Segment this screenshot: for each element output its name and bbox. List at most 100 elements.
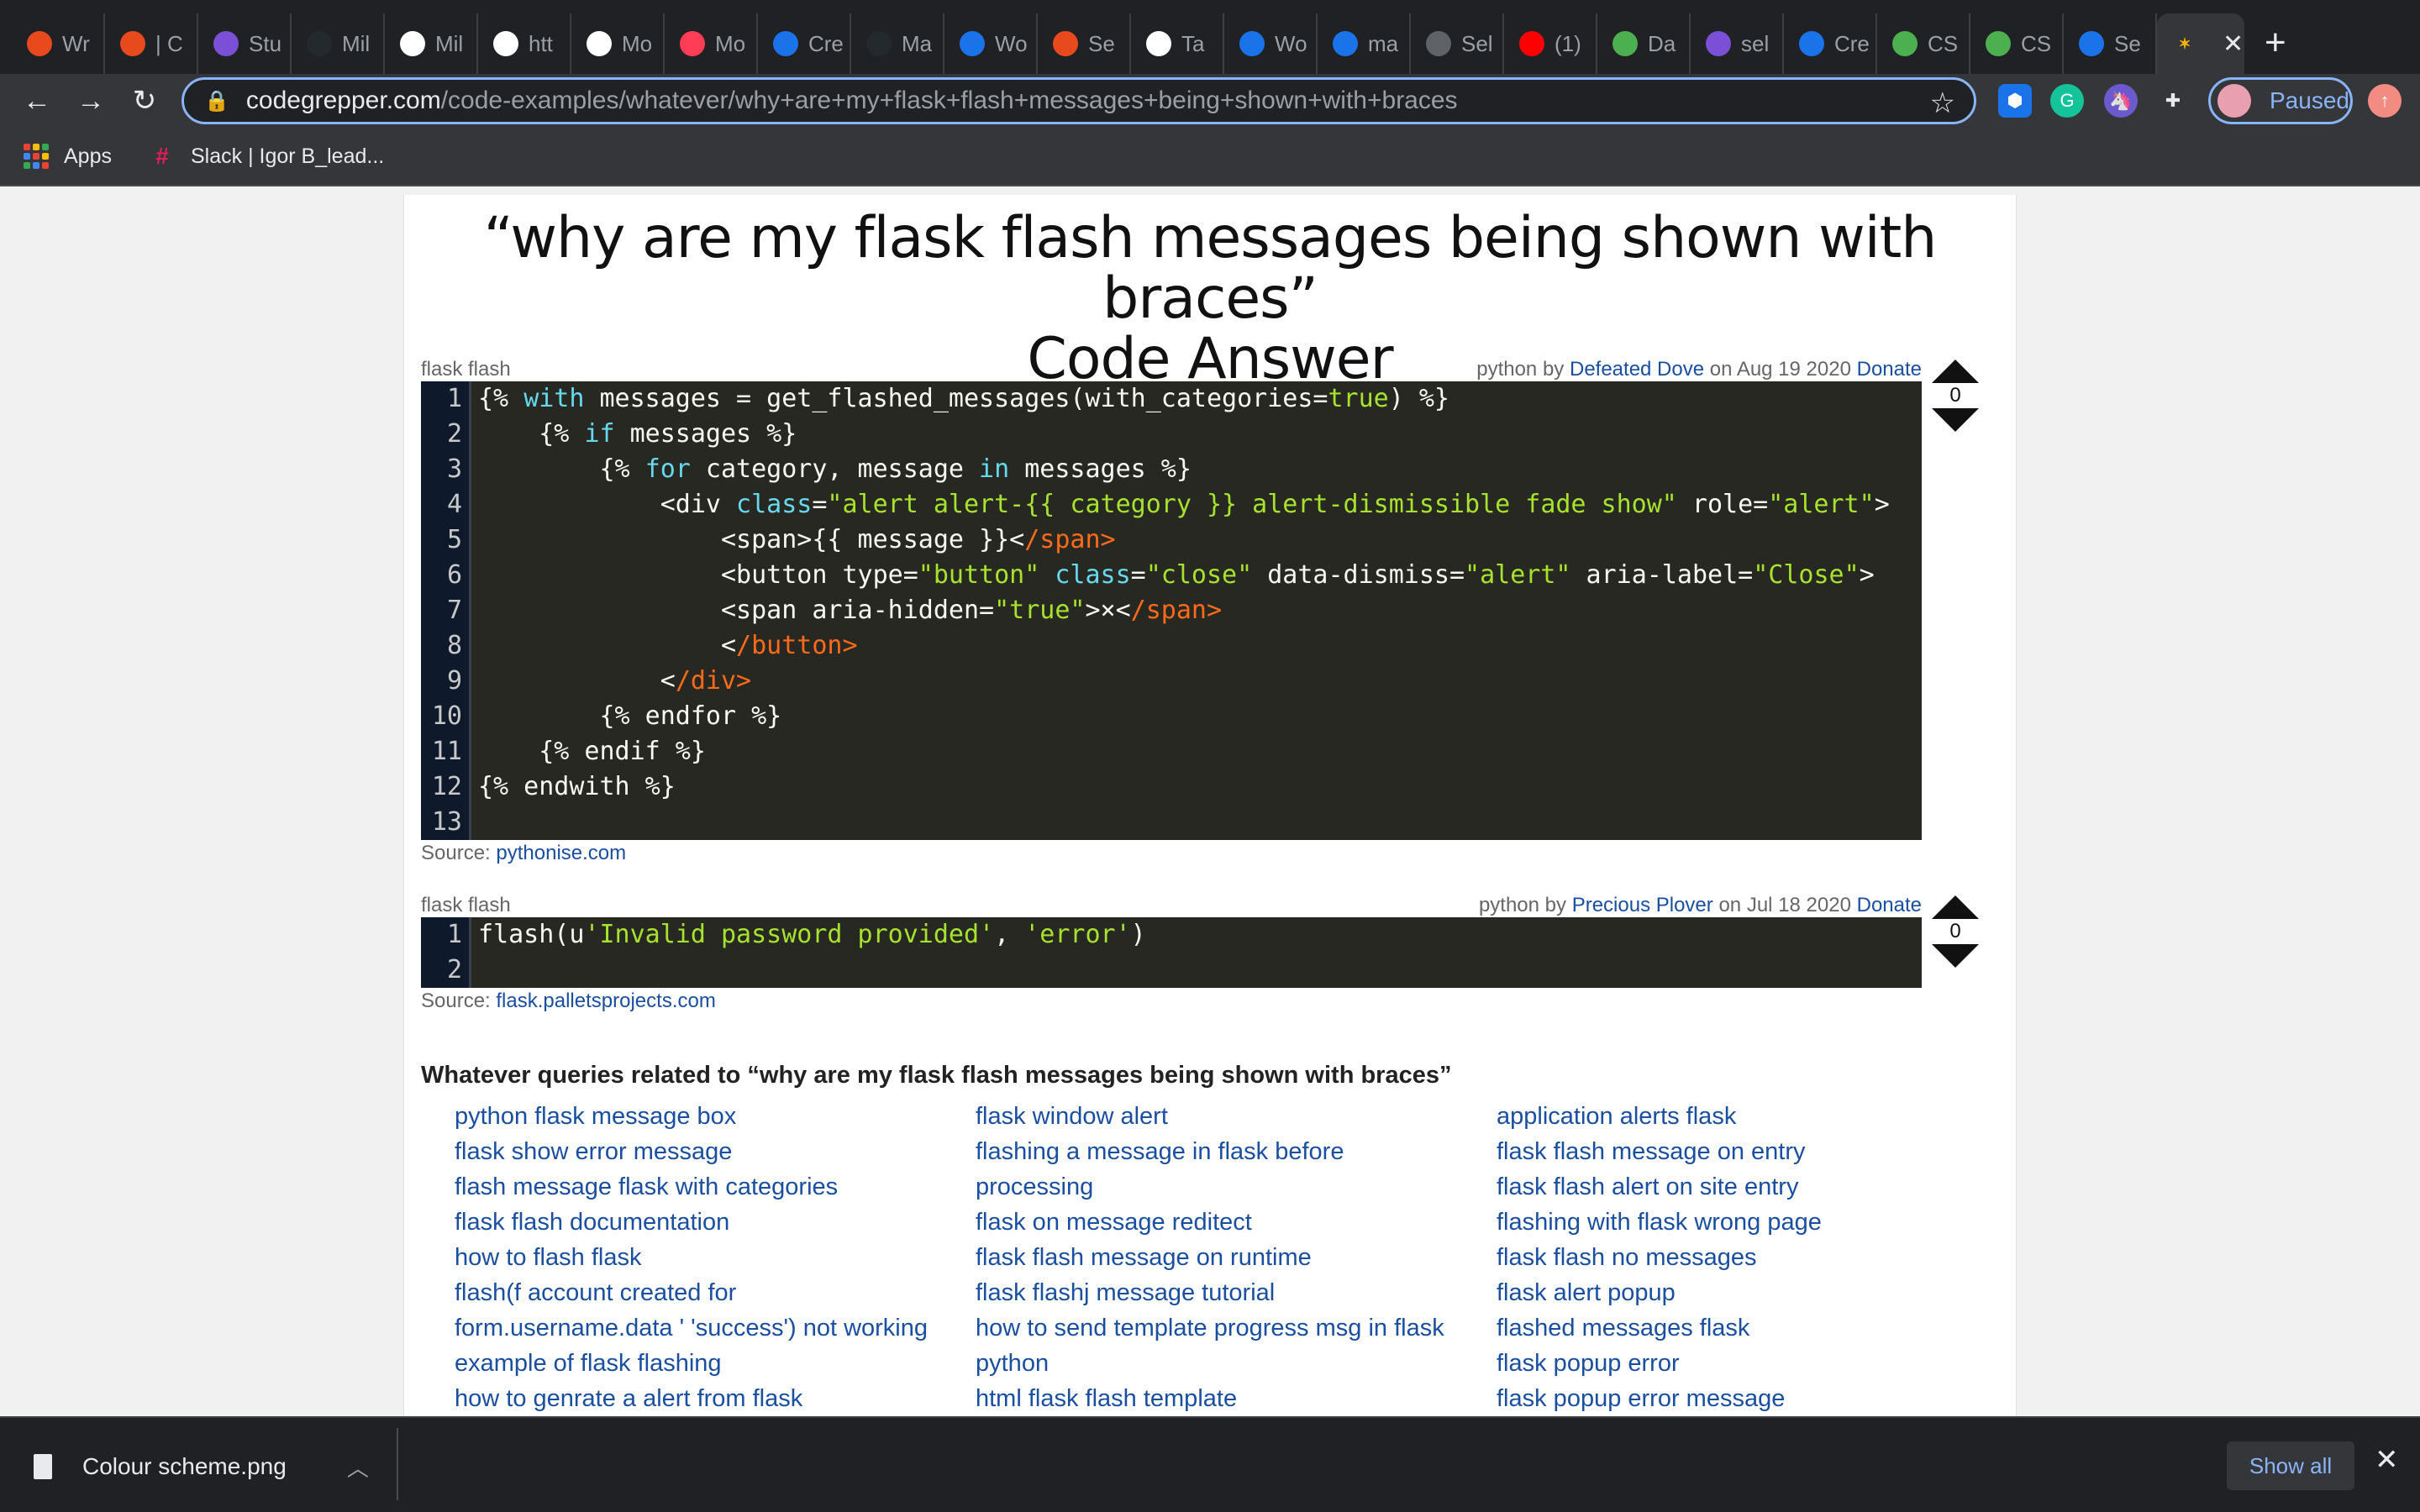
answer-author-link[interactable]: Defeated Dove <box>1570 358 1704 381</box>
related-query-link[interactable]: flash(f account created for <box>455 1275 976 1310</box>
slack-icon: # <box>155 143 169 169</box>
related-query-link[interactable]: flask popup error message <box>1497 1381 2018 1416</box>
line-numbers: 1 2 3 4 5 6 7 8 9 10 11 12 13 <box>421 381 471 840</box>
related-query-link[interactable]: flask show error message <box>455 1134 976 1169</box>
address-bar[interactable]: 🔒 codegrepper.com/code-examples/whatever… <box>182 77 1976 124</box>
related-queries-heading: Whatever queries related to “why are my … <box>421 1062 1452 1089</box>
tab-label: Mil <box>342 30 371 56</box>
related-query-link[interactable]: flashing with flask wrong page <box>1497 1205 2018 1240</box>
update-icon[interactable]: ↑ <box>2368 84 2402 118</box>
related-query-link[interactable]: how to send template progress msg in fla… <box>976 1310 1497 1346</box>
donate-link[interactable]: Donate <box>1857 358 1922 381</box>
browser-tab[interactable]: CS <box>1877 13 1970 74</box>
downvote-arrow-icon[interactable] <box>1932 408 1979 432</box>
bookmark-star-icon[interactable]: ☆ <box>1930 87 1955 120</box>
browser-tab[interactable]: Wo <box>944 13 1038 74</box>
browser-tab[interactable]: Mo <box>571 13 665 74</box>
tab-label: Mil <box>435 30 464 56</box>
related-query-link[interactable]: flask flash no messages <box>1497 1240 2018 1275</box>
source-link[interactable]: flask.palletsprojects.com <box>496 990 715 1012</box>
related-query-link[interactable]: flask flash message on entry <box>1497 1134 2018 1169</box>
back-button[interactable]: ← <box>10 74 64 128</box>
related-query-link[interactable]: python <box>976 1346 1497 1381</box>
downvote-arrow-icon[interactable] <box>1932 944 1979 968</box>
browser-tab[interactable]: Ta <box>1131 13 1224 74</box>
browser-tab[interactable]: Sel <box>1411 13 1504 74</box>
related-query-link[interactable]: flask popup error <box>1497 1346 2018 1381</box>
related-query-link[interactable]: flask window alert <box>976 1099 1497 1134</box>
box-icon <box>1333 31 1358 56</box>
chevron-up-icon[interactable]: ︿ <box>347 1452 369 1483</box>
related-query-link[interactable]: flask flashj message tutorial <box>976 1275 1497 1310</box>
browser-tab[interactable]: | C <box>105 13 198 74</box>
browser-tab[interactable]: ma <box>1318 13 1411 74</box>
browser-tab[interactable]: Cre <box>1784 13 1877 74</box>
related-query-link[interactable]: form.username.data ' 'success') not work… <box>455 1310 976 1346</box>
unicorn-extension-icon[interactable]: 🦄 <box>2104 84 2138 118</box>
related-query-link[interactable]: flask flash documentation <box>455 1205 976 1240</box>
bookmark-slack[interactable]: # Slack | Igor B_lead... <box>149 143 384 170</box>
tab-label: Cre <box>808 30 844 56</box>
box-icon <box>1239 31 1265 56</box>
code-block[interactable]: 12 flash(u'Invalid password provided', '… <box>421 917 1922 988</box>
tab-label: (1) <box>1555 30 1581 56</box>
extension-box-icon[interactable]: ⬢ <box>1998 84 2032 118</box>
browser-tab[interactable]: CS <box>1970 13 2064 74</box>
flag-icon <box>2079 31 2104 56</box>
download-item[interactable]: Colour scheme.png ︿ <box>34 1443 369 1490</box>
opera-icon <box>120 31 145 56</box>
browser-tab[interactable]: Da <box>1597 13 1691 74</box>
browser-tab[interactable]: Mil <box>385 13 478 74</box>
donate-link[interactable]: Donate <box>1857 894 1922 916</box>
browser-tab[interactable]: Stu <box>198 13 292 74</box>
vote-widget: 0 <box>1930 895 1981 968</box>
opera-icon <box>27 31 52 56</box>
browser-tab[interactable]: Se <box>2064 13 2157 74</box>
related-query-link[interactable]: flask flash alert on site entry <box>1497 1169 2018 1205</box>
related-query-link[interactable]: flashed messages flask <box>1497 1310 2018 1346</box>
related-query-link[interactable]: flashing a message in flask before <box>976 1134 1497 1169</box>
browser-tab[interactable]: Mil <box>292 13 385 74</box>
browser-tab[interactable]: Se <box>1038 13 1131 74</box>
tab-label: CS <box>2021 30 2052 56</box>
grammarly-icon[interactable]: G <box>2050 84 2084 118</box>
related-query-link[interactable]: python flask message box <box>455 1099 976 1134</box>
related-query-link[interactable]: how to flash flask <box>455 1240 976 1275</box>
browser-tab-active[interactable]: ✶ ✕ <box>2157 13 2244 74</box>
browser-tab[interactable]: (1) <box>1504 13 1597 74</box>
related-query-link[interactable]: flask flash message on runtime <box>976 1240 1497 1275</box>
browser-tab[interactable]: Mo <box>665 13 758 74</box>
tab-label: Wo <box>1275 30 1307 56</box>
browser-tab[interactable]: Ma <box>851 13 944 74</box>
answer-author-link[interactable]: Precious Plover <box>1572 894 1713 916</box>
related-query-link[interactable]: example of flask flashing <box>455 1346 976 1381</box>
related-query-link[interactable]: flash message flask with categories <box>455 1169 976 1205</box>
tab-label: Ta <box>1181 30 1205 56</box>
browser-tab[interactable]: Cre <box>758 13 851 74</box>
close-icon[interactable]: ✕ <box>2375 1443 2399 1477</box>
upvote-arrow-icon[interactable] <box>1932 360 1979 383</box>
related-query-link[interactable]: html flask flash template <box>976 1381 1497 1416</box>
browser-tab[interactable]: sel <box>1691 13 1784 74</box>
new-tab-button[interactable]: + <box>2265 22 2286 64</box>
related-query-link[interactable]: processing <box>976 1169 1497 1205</box>
bookmark-apps[interactable]: Apps <box>24 144 112 169</box>
answer-meta: python by Defeated Dove on Aug 19 2020 D… <box>1476 358 1922 381</box>
browser-tab[interactable]: Wo <box>1224 13 1318 74</box>
reload-button[interactable]: ↻ <box>118 74 171 128</box>
profile-paused-button[interactable]: Paused <box>2208 77 2353 124</box>
box-icon <box>960 31 985 56</box>
related-query-link[interactable]: how to genrate a alert from flask <box>455 1381 976 1416</box>
close-tab-icon[interactable]: ✕ <box>2223 29 2244 59</box>
code-block[interactable]: 1 2 3 4 5 6 7 8 9 10 11 12 13 {% with messages = get… <box>421 381 1922 840</box>
show-all-button[interactable]: Show all <box>2227 1441 2354 1490</box>
puzzle-extensions-icon[interactable]: ✚ <box>2156 84 2190 118</box>
browser-tab[interactable]: htt <box>478 13 571 74</box>
forward-button[interactable]: → <box>64 74 118 128</box>
related-query-link[interactable]: flask on message reditect <box>976 1205 1497 1240</box>
related-query-link[interactable]: application alerts flask <box>1497 1099 2018 1134</box>
upvote-arrow-icon[interactable] <box>1932 895 1979 919</box>
source-link[interactable]: pythonise.com <box>496 842 626 864</box>
browser-tab[interactable]: Wr <box>12 13 105 74</box>
related-query-link[interactable]: flask alert popup <box>1497 1275 2018 1310</box>
